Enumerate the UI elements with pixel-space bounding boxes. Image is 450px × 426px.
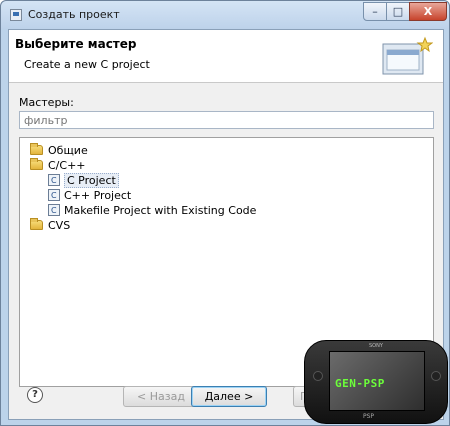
project-icon: [48, 173, 60, 188]
tree-folder-general[interactable]: Общие: [30, 143, 88, 158]
tree-item-label: C Project: [64, 173, 119, 188]
tree-item-cpp-project[interactable]: C++ Project: [48, 188, 131, 203]
wizard-header: Выберите мастер Create a new C project: [9, 30, 443, 83]
wizards-label: Мастеры:: [19, 96, 74, 109]
maximize-button[interactable]: □: [386, 2, 410, 21]
tree-item-makefile-project[interactable]: Makefile Project with Existing Code: [48, 203, 256, 218]
device-button-left: [313, 371, 323, 381]
tree-item-label: Общие: [48, 144, 88, 157]
watermark-logo: GEN-PSP: [335, 377, 385, 390]
back-button[interactable]: < Назад: [123, 386, 199, 407]
close-button[interactable]: X: [409, 2, 447, 21]
page-title: Выберите мастер: [15, 37, 137, 51]
wizard-banner-icon: [382, 36, 433, 75]
tree-item-label: Makefile Project with Existing Code: [64, 204, 257, 217]
tree-item-label: C++ Project: [64, 189, 132, 202]
app-icon: [10, 9, 22, 21]
folder-open-icon: [30, 158, 43, 170]
project-icon: [48, 188, 60, 203]
minimize-button[interactable]: –: [363, 2, 387, 21]
page-subtitle: Create a new C project: [24, 58, 150, 71]
help-button[interactable]: ?: [27, 387, 43, 403]
tree-item-c-project[interactable]: C Project: [48, 173, 119, 188]
project-icon: [48, 203, 60, 218]
device-model-label: PSP: [363, 413, 375, 420]
tree-item-label: CVS: [48, 219, 71, 232]
tree-folder-cvs[interactable]: CVS: [30, 218, 70, 233]
folder-icon: [30, 143, 43, 155]
title-bar[interactable]: Создать проект – □ X: [1, 1, 449, 29]
new-project-dialog: Создать проект – □ X Выберите мастер Cre…: [0, 0, 450, 426]
next-button[interactable]: Далее >: [191, 386, 267, 407]
filter-input[interactable]: [19, 111, 434, 129]
device-brand-label: SONY: [369, 343, 383, 349]
device-button-right: [431, 371, 441, 381]
tree-folder-cpp[interactable]: C/C++: [30, 158, 86, 173]
tree-item-label: C/C++: [48, 159, 86, 172]
window-title: Создать проект: [28, 8, 120, 21]
psp-watermark: SONY GEN-PSP PSP: [304, 340, 448, 424]
folder-icon: [30, 218, 43, 230]
